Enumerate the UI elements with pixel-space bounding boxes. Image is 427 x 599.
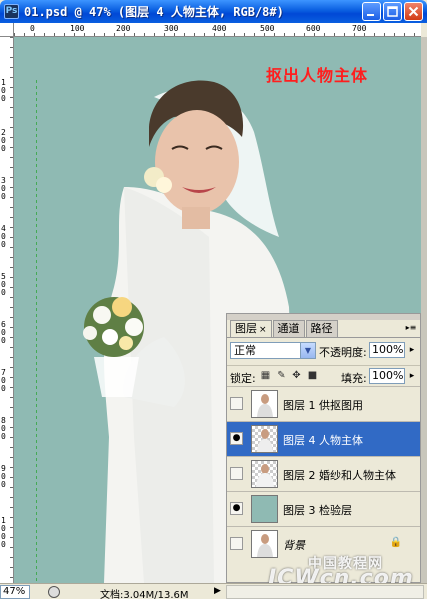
tab-label: 图层 xyxy=(235,322,257,335)
layer-name: 图层 3 检验层 xyxy=(283,504,352,517)
layer-thumbnail xyxy=(251,425,278,453)
ruler-tick-label: 0 xyxy=(30,24,35,33)
fill-slider-arrow-icon[interactable]: ▸ xyxy=(406,368,418,384)
opacity-value: 100% xyxy=(372,343,404,356)
lock-move-icon[interactable]: ✥ xyxy=(291,370,302,381)
photoshop-icon: Ps xyxy=(4,4,19,19)
ruler-tick-label: 800 xyxy=(1,416,6,441)
chevron-down-icon: ▼ xyxy=(300,343,315,358)
opacity-slider-arrow-icon[interactable]: ▸ xyxy=(406,342,418,358)
opacity-field[interactable]: 100% ▸ xyxy=(369,342,414,358)
ruler-tick-label: 200 xyxy=(1,128,6,153)
visibility-toggle[interactable] xyxy=(230,537,243,550)
ruler-tick-label: 500 xyxy=(260,24,275,33)
panel-tabs: 图层 × 通道 路径 xyxy=(230,320,339,337)
layers-panel: 图层 × 通道 路径 ▸≡ 正常 ▼ 不透明度: 100% ▸ 锁定: ▦ ✎ ✥… xyxy=(226,313,421,599)
layer-row[interactable]: 图层 2 婚纱和人物主体 xyxy=(227,456,420,491)
status-bar: 47% 文档:3.04M/13.6M ▶ xyxy=(0,583,427,599)
zoom-field[interactable]: 47% xyxy=(0,585,30,599)
layer-name: 背景 xyxy=(283,539,305,552)
layer-name: 图层 2 婚纱和人物主体 xyxy=(283,469,396,482)
info-icon[interactable] xyxy=(48,586,60,598)
ruler-tick-label: 400 xyxy=(212,24,227,33)
layer-row[interactable]: ● 图层 3 检验层 xyxy=(227,491,420,526)
ruler-tick-label: 1000 xyxy=(1,516,6,549)
tab-label: 通道 xyxy=(277,322,300,335)
layer-thumbnail xyxy=(251,460,278,488)
ruler-tick-label: 300 xyxy=(1,176,6,201)
eye-icon[interactable]: ● xyxy=(230,432,243,445)
tab-channels[interactable]: 通道 xyxy=(272,320,305,337)
window-title: 01.psd @ 47% (图层 4 人物主体, RGB/8#) xyxy=(24,5,284,19)
title-bar[interactable]: Ps 01.psd @ 47% (图层 4 人物主体, RGB/8#) xyxy=(0,0,427,23)
lock-all-icon[interactable]: ■ xyxy=(307,370,318,381)
layers-panel-body: 正常 ▼ 不透明度: 100% ▸ 锁定: ▦ ✎ ✥ ■ 填充: 100% ▸ xyxy=(227,337,420,599)
ruler-tick-label: 700 xyxy=(1,368,6,393)
minimize-button[interactable] xyxy=(362,2,381,21)
layer-name: 图层 4 人物主体 xyxy=(283,434,363,447)
layer-row[interactable]: 图层 1 供抠图用 xyxy=(227,386,420,421)
ruler-tick-label: 200 xyxy=(116,24,131,33)
horizontal-ruler[interactable]: 0 100 200 300 400 500 600 700 xyxy=(14,23,421,37)
eye-icon[interactable]: ● xyxy=(230,502,243,515)
ruler-tick-label: 400 xyxy=(1,224,6,249)
fill-value: 100% xyxy=(372,369,404,382)
horizontal-scrollbar[interactable] xyxy=(226,585,424,599)
layer-thumbnail xyxy=(251,390,278,418)
layer-thumbnail xyxy=(251,530,278,558)
lock-label: 锁定: xyxy=(230,372,256,385)
blend-mode-value: 正常 xyxy=(234,344,256,357)
tab-layers[interactable]: 图层 × xyxy=(230,320,272,337)
canvas-caption: 抠出人物主体 xyxy=(266,66,369,85)
ruler-origin[interactable] xyxy=(0,23,14,37)
close-icon xyxy=(405,6,422,23)
close-button[interactable] xyxy=(404,2,423,21)
maximize-button[interactable] xyxy=(383,2,402,21)
ruler-tick-label: 700 xyxy=(352,24,367,33)
ruler-tick-label: 900 xyxy=(1,464,6,489)
ruler-tick-label: 500 xyxy=(1,272,6,297)
tab-close-icon[interactable]: × xyxy=(259,325,267,335)
ruler-tick-label: 600 xyxy=(306,24,321,33)
fill-field[interactable]: 100% ▸ xyxy=(369,368,414,384)
document-size: 文档:3.04M/13.6M xyxy=(100,590,189,599)
vertical-scrollbar[interactable] xyxy=(421,37,427,583)
fill-label: 填充: xyxy=(341,372,367,385)
lock-row: 锁定: ▦ ✎ ✥ ■ 填充: 100% ▸ xyxy=(227,365,420,385)
ruler-tick-label: 100 xyxy=(70,24,85,33)
ruler-tick-label: 600 xyxy=(1,320,6,345)
layer-row-selected[interactable]: ● 图层 4 人物主体 xyxy=(227,421,420,456)
layer-name: 图层 1 供抠图用 xyxy=(283,399,363,412)
vertical-ruler[interactable]: 100 200 300 400 500 600 700 800 900 1000 xyxy=(0,37,14,583)
guide-line[interactable] xyxy=(36,80,37,583)
opacity-label: 不透明度: xyxy=(319,346,367,359)
visibility-toggle[interactable] xyxy=(230,397,243,410)
layer-thumbnail xyxy=(251,495,278,523)
tab-paths[interactable]: 路径 xyxy=(305,320,338,337)
lock-transparency-icon[interactable]: ▦ xyxy=(260,370,271,381)
ruler-tick-label: 300 xyxy=(164,24,179,33)
maximize-icon xyxy=(384,6,401,23)
ruler-tick-label: 100 xyxy=(1,78,6,103)
tab-label: 路径 xyxy=(310,322,333,335)
panel-menu-icon[interactable]: ▸≡ xyxy=(405,323,417,333)
lock-brush-icon[interactable]: ✎ xyxy=(276,370,287,381)
status-menu-arrow-icon[interactable]: ▶ xyxy=(214,586,221,596)
visibility-toggle[interactable] xyxy=(230,467,243,480)
minimize-icon xyxy=(363,9,380,23)
blend-mode-select[interactable]: 正常 ▼ xyxy=(230,342,316,359)
layer-lock-icon: 🔒 xyxy=(389,537,402,548)
